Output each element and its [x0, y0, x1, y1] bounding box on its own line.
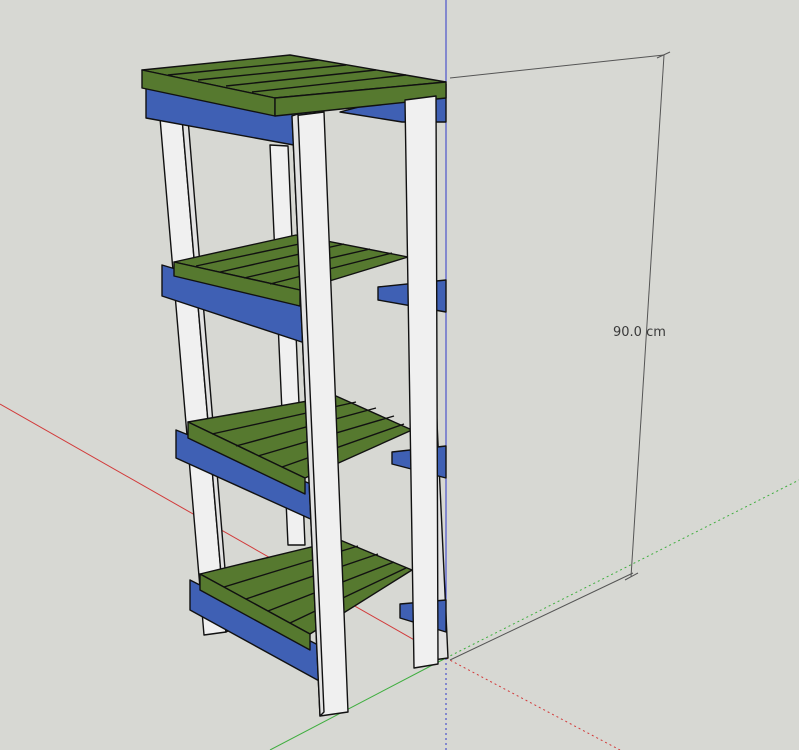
red-axis-dotted [445, 657, 621, 750]
green-axis [269, 657, 447, 750]
front-right-leg[interactable] [404, 95, 439, 669]
dimension-line [630, 54, 665, 578]
green-axis-dotted [445, 479, 799, 659]
dimension-label[interactable]: 90.0 cm [613, 325, 666, 340]
dimension-extension-bottom [449, 572, 634, 661]
dimension-extension-top [449, 54, 665, 79]
3d-scene[interactable] [0, 0, 799, 750]
sketchup-viewport[interactable]: 90.0 cm [0, 0, 799, 750]
dimension-90cm[interactable] [449, 51, 671, 661]
